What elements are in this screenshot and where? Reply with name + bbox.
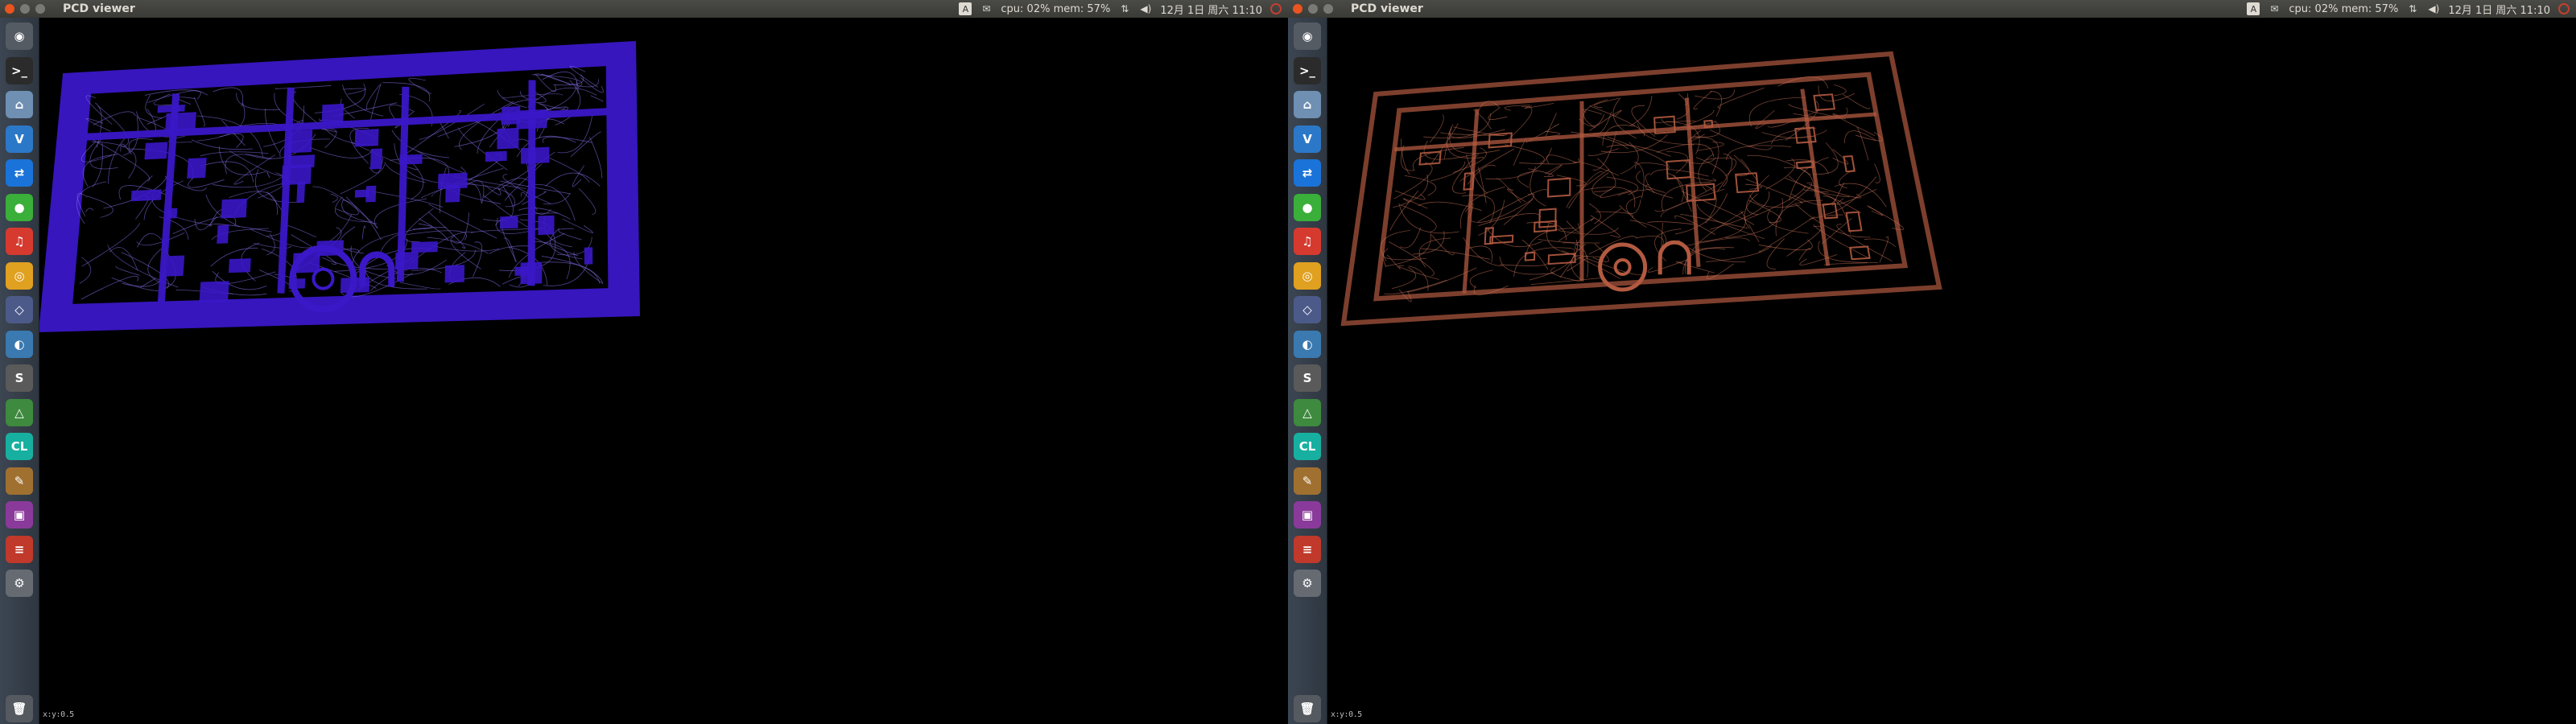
files-icon[interactable]: ⌂ (6, 91, 33, 118)
triangle-app-icon[interactable]: △ (1294, 398, 1321, 426)
pcd-viewport[interactable]: x:y:0.5 (1327, 18, 2576, 724)
screen-recorder-icon[interactable]: ▣ (6, 501, 33, 529)
top-panel: PCD viewer A ✉ cpu: 02% mem: 57% ⇅ ◀) 12… (1288, 0, 2576, 19)
input-method-icon[interactable]: A (2247, 2, 2260, 15)
vscode-icon[interactable]: V (1294, 125, 1321, 153)
chrome-icon[interactable]: ◎ (1294, 261, 1321, 290)
network-icon[interactable]: ⇅ (2406, 2, 2419, 15)
screen-left: PCD viewer A ✉ cpu: 02% mem: 57% ⇅ ◀) 12… (0, 0, 1288, 724)
launcher: ◉ >_ ⌂ V ⇄ ● ♫ ◎ ◇ ◐ S △ CL ✎ ▣ ≡ ⚙ 🗑 (0, 18, 39, 724)
clock[interactable]: 12月 1日 周六 11:10 (2448, 2, 2550, 17)
chrome-icon[interactable]: ◎ (6, 261, 33, 290)
gimp-icon[interactable]: ✎ (1294, 467, 1321, 495)
wechat-tray-icon[interactable]: ✉ (980, 2, 993, 15)
dash-icon[interactable]: ◉ (1294, 23, 1321, 50)
system-tray: A ✉ cpu: 02% mem: 57% ⇅ ◀) 12月 1日 周六 11:… (959, 0, 1282, 18)
wechat-tray-icon[interactable]: ✉ (2268, 2, 2281, 15)
triangle-app-icon[interactable]: △ (6, 398, 33, 426)
clion-icon[interactable]: CL (6, 433, 33, 460)
teamviewer-icon[interactable]: ⇄ (6, 159, 33, 187)
terminal-icon[interactable]: >_ (1294, 56, 1321, 84)
settings-icon[interactable]: ⚙ (6, 570, 33, 597)
settings-icon[interactable]: ⚙ (1294, 570, 1321, 597)
coordinate-readout: x:y:0.5 (1331, 710, 1362, 719)
system-stats[interactable]: cpu: 02% mem: 57% (2289, 3, 2398, 15)
close-button[interactable] (1293, 4, 1302, 14)
files-icon[interactable]: ⌂ (1294, 91, 1321, 118)
clion-icon[interactable]: CL (1294, 433, 1321, 460)
remmina-icon[interactable]: ◐ (6, 330, 33, 358)
vscode-icon[interactable]: V (6, 125, 33, 153)
mixer-icon[interactable]: ≡ (1294, 535, 1321, 563)
volume-icon[interactable]: ◀) (2427, 2, 2440, 15)
cloud-layer (1340, 51, 1942, 327)
screen-right: PCD viewer A ✉ cpu: 02% mem: 57% ⇅ ◀) 12… (1288, 0, 2576, 724)
window-title: PCD viewer (63, 2, 135, 15)
clock[interactable]: 12月 1日 周六 11:10 (1160, 2, 1262, 17)
netease-music-icon[interactable]: ♫ (6, 228, 33, 255)
maximize-button[interactable] (35, 4, 45, 14)
terminal-icon[interactable]: >_ (6, 56, 33, 84)
trash-icon[interactable]: 🗑 (1294, 695, 1321, 722)
gimp-icon[interactable]: ✎ (6, 467, 33, 495)
top-panel: PCD viewer A ✉ cpu: 02% mem: 57% ⇅ ◀) 12… (0, 0, 1288, 19)
screen-recorder-icon[interactable]: ▣ (1294, 501, 1321, 529)
maximize-button[interactable] (1323, 4, 1333, 14)
power-icon[interactable] (2558, 3, 2570, 14)
sublime-icon[interactable]: S (1294, 364, 1321, 392)
remmina-icon[interactable]: ◐ (1294, 330, 1321, 358)
launcher: ◉ >_ ⌂ V ⇄ ● ♫ ◎ ◇ ◐ S △ CL ✎ ▣ ≡ ⚙ 🗑 (1288, 18, 1327, 724)
minimize-button[interactable] (20, 4, 30, 14)
power-icon[interactable] (1270, 3, 1282, 14)
sublime-icon[interactable]: S (6, 364, 33, 392)
rviz-icon[interactable]: ◇ (1294, 296, 1321, 323)
network-icon[interactable]: ⇅ (1118, 2, 1131, 15)
volume-icon[interactable]: ◀) (1139, 2, 1152, 15)
netease-music-icon[interactable]: ♫ (1294, 228, 1321, 255)
coordinate-readout: x:y:0.5 (43, 710, 74, 719)
dash-icon[interactable]: ◉ (6, 23, 33, 50)
pcd-viewport[interactable]: x:y:0.5 (39, 18, 1288, 724)
system-tray: A ✉ cpu: 02% mem: 57% ⇅ ◀) 12月 1日 周六 11:… (2247, 0, 2570, 18)
system-stats[interactable]: cpu: 02% mem: 57% (1001, 3, 1110, 15)
teamviewer-icon[interactable]: ⇄ (1294, 159, 1321, 187)
cloud-layer (39, 40, 641, 333)
trash-icon[interactable]: 🗑 (6, 695, 33, 722)
minimize-button[interactable] (1308, 4, 1318, 14)
wechat-icon[interactable]: ● (1294, 193, 1321, 221)
window-title: PCD viewer (1351, 2, 1423, 15)
point-cloud (39, 40, 641, 333)
mixer-icon[interactable]: ≡ (6, 535, 33, 563)
rviz-icon[interactable]: ◇ (6, 296, 33, 323)
input-method-icon[interactable]: A (959, 2, 972, 15)
point-cloud (1340, 51, 1942, 327)
close-button[interactable] (5, 4, 14, 14)
wechat-icon[interactable]: ● (6, 193, 33, 221)
